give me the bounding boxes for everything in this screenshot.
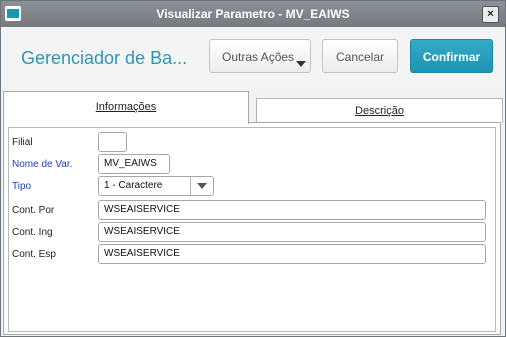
- more-actions-label: Outras Ações: [222, 50, 295, 64]
- cont-por-field[interactable]: WSEAISERVICE: [98, 200, 486, 220]
- window-title: Visualizar Parametro - MV_EAIWS: [156, 7, 350, 21]
- filial-label: Filial: [12, 137, 33, 148]
- cont-ing-field[interactable]: WSEAISERVICE: [98, 222, 486, 242]
- cont-esp-field[interactable]: WSEAISERVICE: [98, 244, 486, 264]
- tab-informacoes-label: Informações: [95, 101, 157, 113]
- title-bar[interactable]: Visualizar Parametro - MV_EAIWS ×: [1, 1, 505, 27]
- cont-esp-label: Cont. Esp: [12, 249, 56, 260]
- dialog-window: Visualizar Parametro - MV_EAIWS × Gerenc…: [0, 0, 506, 337]
- more-actions-button[interactable]: Outras Ações: [209, 39, 311, 73]
- chevron-down-icon[interactable]: [190, 177, 213, 195]
- tab-informacoes[interactable]: Informações: [3, 91, 249, 124]
- tipo-label: Tipo: [12, 181, 32, 192]
- tab-descricao-label: Descrição: [355, 105, 404, 117]
- cont-por-label: Cont. Por: [12, 205, 55, 216]
- tipo-value: 1 - Caractere: [104, 180, 163, 191]
- cancel-button[interactable]: Cancelar: [322, 39, 398, 73]
- filial-field[interactable]: [98, 132, 127, 152]
- tab-descricao[interactable]: Descrição: [256, 98, 503, 123]
- tipo-select[interactable]: 1 - Caractere: [98, 176, 214, 196]
- caret-down-icon: [296, 61, 306, 67]
- nome-var-field[interactable]: MV_EAIWS: [98, 154, 170, 174]
- confirm-button[interactable]: Confirmar: [410, 39, 493, 73]
- close-button[interactable]: ×: [482, 6, 499, 23]
- cont-ing-label: Cont. Ing: [12, 227, 53, 238]
- dialog-header: Gerenciador de Ba... Outras Ações Cancel…: [1, 27, 505, 89]
- tab-panel: Filial Nome de Var. MV_EAIWS Tipo 1 - Ca…: [3, 122, 501, 335]
- form-group: Filial Nome de Var. MV_EAIWS Tipo 1 - Ca…: [8, 127, 496, 332]
- nome-var-label: Nome de Var.: [12, 159, 73, 170]
- page-title: Gerenciador de Ba...: [21, 48, 188, 68]
